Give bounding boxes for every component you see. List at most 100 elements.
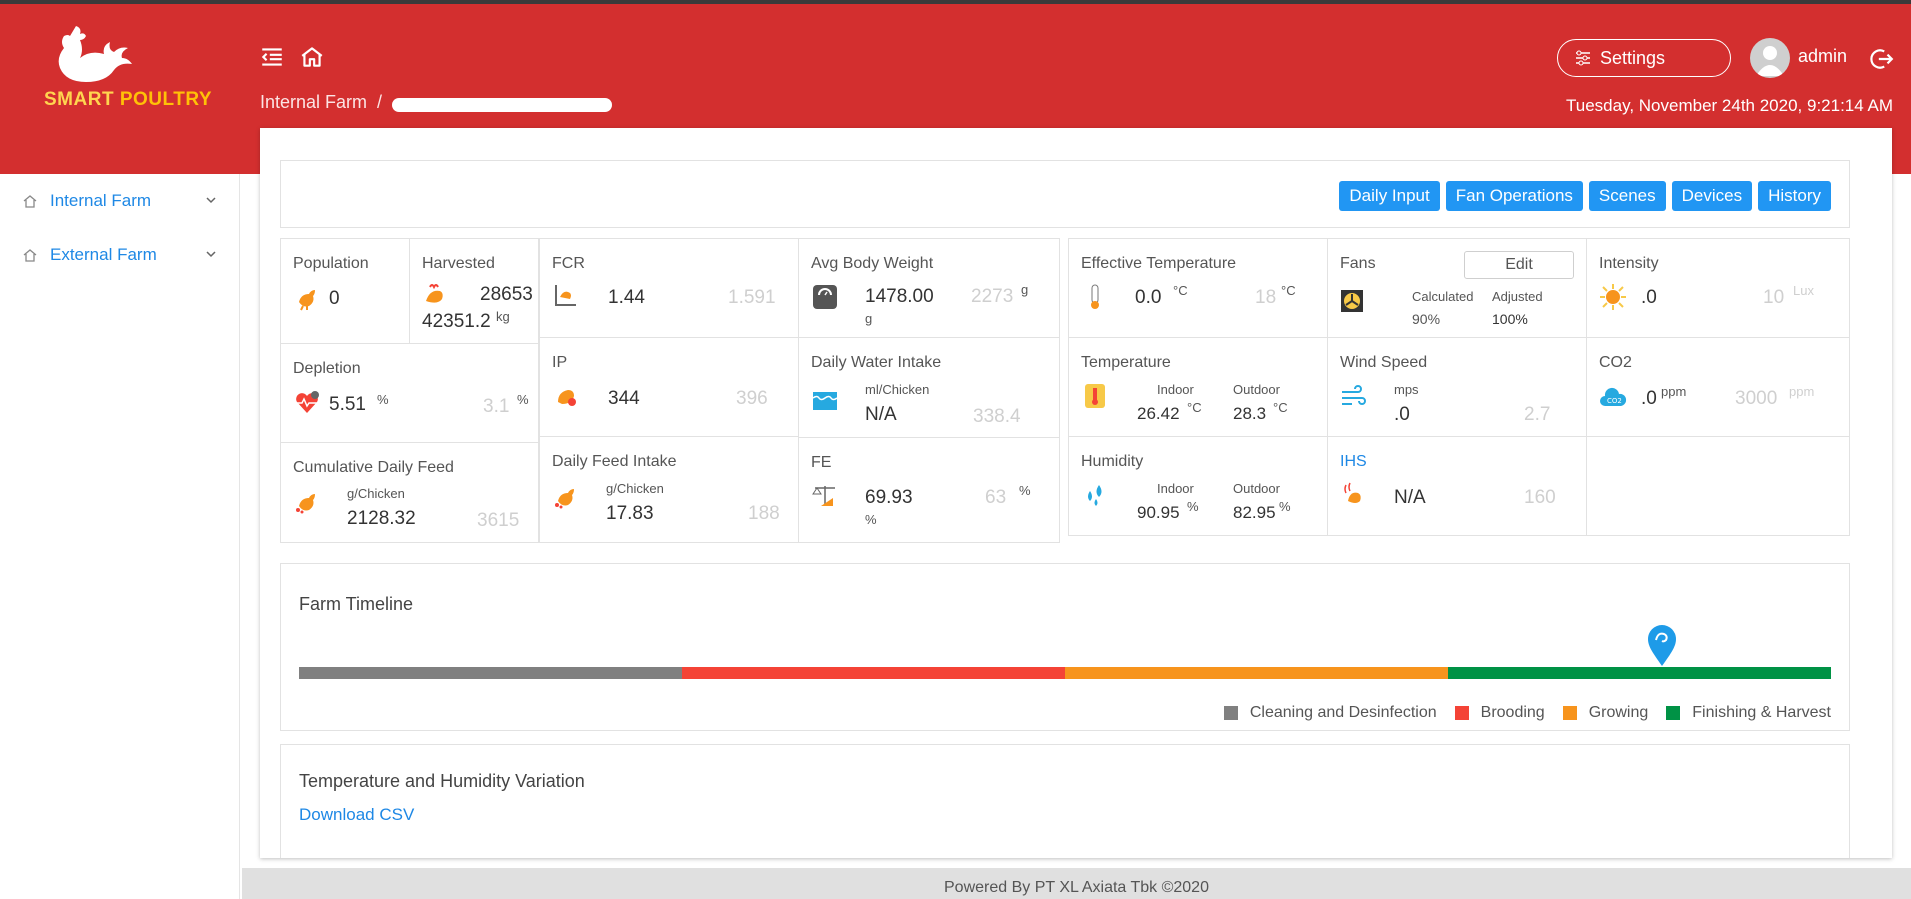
devices-button[interactable]: Devices	[1671, 181, 1753, 211]
svg-text:CO2: CO2	[1607, 397, 1622, 405]
harvested-card: Harvested 28653 42351.2 kg	[409, 238, 539, 344]
water-intake-target: 338.4	[973, 406, 1021, 427]
intensity-target: 10	[1763, 287, 1785, 308]
timeline-segment-2	[1065, 667, 1448, 679]
wind-speed-value: .0	[1394, 404, 1410, 425]
effective-temperature-target: 18	[1255, 287, 1277, 308]
scale-icon	[813, 285, 837, 309]
temperature-icon	[1085, 384, 1105, 408]
fans-card: Fans Edit Calculated Adjusted 90% 100%	[1327, 238, 1587, 338]
smart-poultry-logo[interactable]: SMART POULTRY	[36, 24, 212, 124]
population-value: 0	[329, 288, 340, 309]
timeline-legend: Cleaning and Desinfection Brooding Growing…	[1223, 704, 1831, 722]
wind-speed-target: 2.7	[1524, 404, 1551, 425]
feeding-chicken-icon	[555, 489, 574, 509]
water-intake-sub: ml/Chicken	[865, 382, 930, 397]
intensity-target-unit: Lux	[1793, 283, 1814, 298]
chevron-down-icon[interactable]	[205, 248, 217, 260]
legend-label: Brooding	[1480, 704, 1545, 721]
card-title: Avg Body Weight	[811, 255, 934, 272]
population-card: Population 0	[280, 238, 410, 344]
fcr-card: FCR 1.44 1.591	[539, 238, 799, 338]
water-waves-icon	[812, 392, 838, 410]
co2-cloud-icon: CO2	[1600, 387, 1627, 406]
depletion-value: 5.51	[329, 394, 366, 415]
settings-button[interactable]: Settings	[1557, 39, 1731, 77]
harvested-unit: kg	[496, 309, 510, 324]
username[interactable]: admin	[1798, 46, 1847, 67]
humidity-card: Humidity Indoor Outdoor 90.95 % 82.95 %	[1068, 436, 1328, 536]
humidity-indoor-unit: %	[1187, 499, 1199, 514]
humidity-outdoor-value: 82.95	[1233, 503, 1276, 522]
fan-icon	[1341, 290, 1363, 312]
feeding-chicken-icon	[296, 494, 315, 514]
ip-card: IP 344 396	[539, 337, 799, 437]
temperature-indoor-value: 26.42	[1137, 404, 1180, 423]
farm-timeline-title: Farm Timeline	[299, 594, 414, 614]
timeline-bar	[299, 667, 1831, 679]
thermometer-icon	[1091, 284, 1099, 309]
depletion-card: Depletion 5.51 % 3.1 %	[280, 343, 539, 443]
fe-target: 63	[985, 487, 1007, 508]
sidebar-item-internal-farm[interactable]: Internal Farm	[0, 174, 239, 228]
menu-collapse-icon[interactable]	[259, 44, 285, 70]
roast-chicken-icon	[426, 284, 443, 303]
harvested-value: 28653	[480, 284, 533, 305]
depletion-target-unit: %	[517, 392, 529, 407]
avatar[interactable]	[1750, 38, 1790, 78]
legend-label: Finishing & Harvest	[1692, 704, 1831, 721]
chicken-leg-icon	[558, 390, 576, 406]
chevron-down-icon[interactable]	[205, 194, 217, 206]
breadcrumb-root[interactable]: Internal Farm	[260, 92, 367, 113]
temperature-outdoor-value: 28.3	[1233, 404, 1267, 423]
depletion-target: 3.1	[483, 396, 510, 417]
sidebar-item-external-farm[interactable]: External Farm	[0, 228, 239, 282]
ihs-target: 160	[1524, 487, 1556, 508]
chicken-chart-icon	[555, 285, 576, 306]
map-pin-icon[interactable]	[1646, 624, 1678, 668]
co2-target-unit: ppm	[1789, 384, 1815, 399]
legend-swatch	[1223, 706, 1238, 720]
avg-weight-target-unit: g	[1021, 282, 1029, 297]
hot-chicken-icon	[1344, 482, 1361, 503]
card-title: IP	[552, 354, 568, 371]
home-outline-icon	[23, 195, 37, 208]
action-buttons: Daily Input Fan Operations Scenes Device…	[1339, 181, 1831, 211]
card-title: FCR	[552, 255, 585, 272]
humidity-indoor-value: 90.95	[1137, 503, 1180, 522]
daily-input-button[interactable]: Daily Input	[1339, 181, 1440, 211]
history-button[interactable]: History	[1758, 181, 1831, 211]
home-icon[interactable]	[299, 44, 325, 70]
footer-text: Powered By PT XL Axiata Tbk ©2020	[944, 879, 1209, 896]
scenes-button[interactable]: Scenes	[1588, 181, 1666, 211]
cumulative-feed-sub: g/Chicken	[347, 486, 405, 501]
temperature-indoor-unit: °C	[1187, 400, 1202, 415]
card-title: Wind Speed	[1340, 354, 1428, 371]
card-title[interactable]: IHS	[1340, 453, 1367, 471]
logout-icon[interactable]	[1868, 46, 1894, 72]
logo-smart-text: SMART	[44, 89, 115, 110]
fe-card: FE 69.93 % 63 %	[798, 437, 1060, 543]
legend-swatch	[1666, 706, 1681, 720]
sidebar: Internal Farm External Farm	[0, 174, 240, 899]
water-intake-value: N/A	[865, 404, 897, 425]
effective-temperature-card: Effective Temperature 0.0 °C 18 °C	[1068, 238, 1328, 338]
harvested-weight: 42351.2	[422, 311, 491, 332]
download-csv-link[interactable]: Download CSV	[299, 805, 414, 825]
card-title: Intensity	[1599, 255, 1659, 272]
card-title: Daily Feed Intake	[552, 453, 677, 470]
fan-operations-button[interactable]: Fan Operations	[1445, 181, 1583, 211]
main-content: Daily Input Fan Operations Scenes Device…	[260, 128, 1892, 858]
card-title: Depletion	[293, 360, 361, 377]
balance-icon	[812, 486, 835, 506]
ip-value: 344	[608, 388, 640, 409]
footer: Powered By PT XL Axiata Tbk ©2020	[242, 868, 1911, 899]
daily-feed-value: 17.83	[606, 503, 654, 524]
humidity-outdoor-label: Outdoor	[1233, 481, 1280, 496]
fans-edit-button[interactable]: Edit	[1464, 251, 1574, 279]
avg-weight-value: 1478.00	[865, 286, 934, 307]
card-title: Daily Water Intake	[811, 354, 942, 371]
fe-target-unit: %	[1019, 483, 1031, 498]
timeline-segment-1	[682, 667, 1065, 679]
intensity-value: .0	[1641, 287, 1657, 308]
